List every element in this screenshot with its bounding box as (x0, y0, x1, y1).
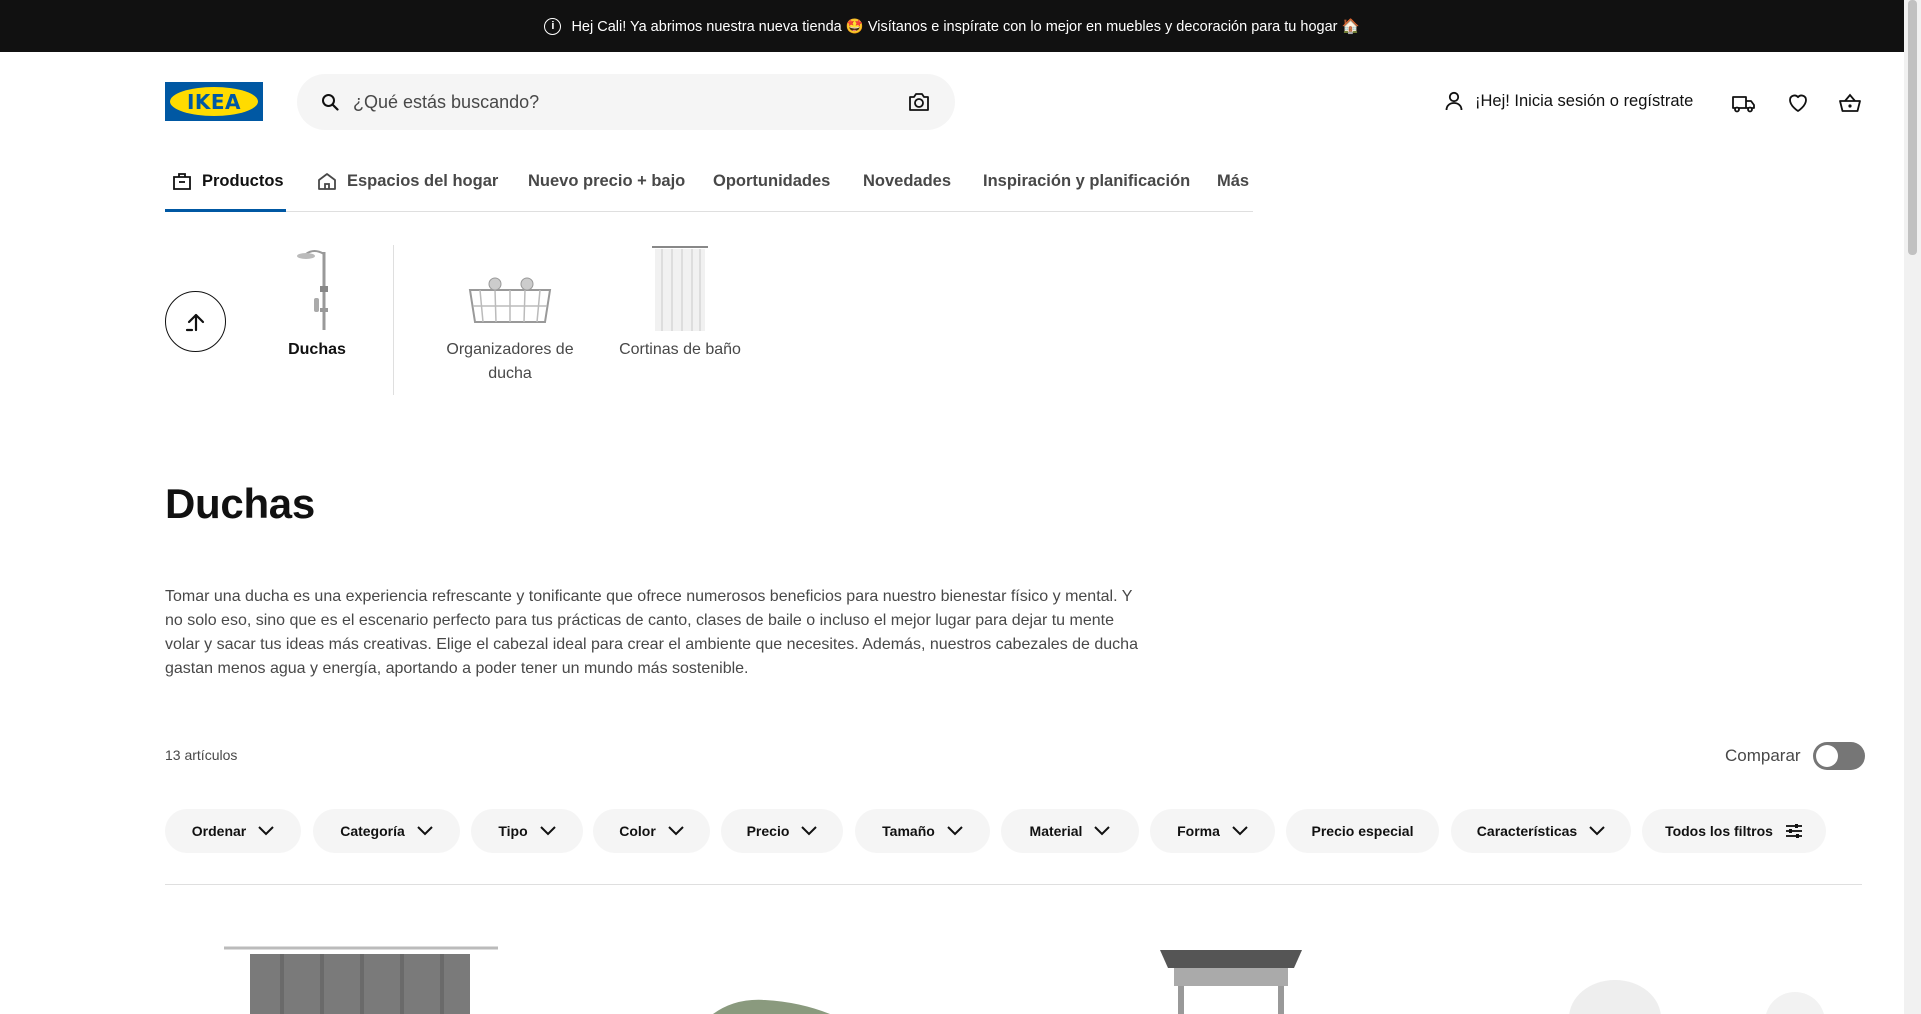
chevron-down-icon (258, 826, 274, 836)
product-image-stool[interactable] (1156, 940, 1306, 1014)
category-cortinas[interactable]: Cortinas de baño (605, 240, 755, 362)
search-input[interactable] (353, 91, 907, 113)
filter-todos[interactable]: Todos los filtros (1642, 809, 1826, 853)
arrow-up-icon (185, 313, 204, 331)
page-scrollbar[interactable] (1904, 0, 1921, 1014)
filter-label: Ordenar (191, 823, 247, 839)
chevron-down-icon (1094, 826, 1111, 836)
nav-label: Más (1217, 171, 1250, 190)
item-count: 13 artículos (165, 747, 238, 763)
filter-categoria[interactable]: Categoría (313, 809, 460, 853)
filter-label: Material (1029, 823, 1083, 839)
filter-tipo[interactable]: Tipo (471, 809, 583, 853)
filter-forma[interactable]: Forma (1150, 809, 1275, 853)
product-image-curtain[interactable] (222, 940, 500, 1014)
category-label: Cortinas de baño (619, 341, 741, 358)
search-icon (322, 94, 339, 111)
back-up-button[interactable] (165, 291, 226, 352)
home-icon (318, 173, 336, 190)
compare-label: Comparar (1725, 746, 1801, 765)
product-image-towel[interactable] (1545, 940, 1825, 1014)
filter-material[interactable]: Material (1001, 809, 1139, 853)
chevron-down-icon (668, 826, 684, 836)
nav-espacios[interactable]: Espacios del hogar (317, 170, 498, 192)
filter-label: Todos los filtros (1665, 823, 1773, 839)
chevron-down-icon (417, 826, 433, 836)
logo-text: IKEA (170, 87, 258, 116)
page-description: Tomar una ducha es una experiencia refre… (165, 588, 1138, 677)
filter-bar: Ordenar Categoría Tipo Color Precio Tama… (165, 809, 1865, 853)
shower-curtain-image (605, 240, 755, 332)
category-label: Duchas (288, 341, 346, 358)
filter-label: Tamaño (882, 823, 935, 839)
filter-label: Forma (1177, 823, 1220, 839)
filter-precio-especial[interactable]: Precio especial (1286, 809, 1439, 853)
filter-label: Precio especial (1311, 823, 1414, 839)
ikea-logo[interactable]: IKEA (165, 82, 263, 121)
main-nav: Productos Espacios del hogar Nuevo preci… (165, 150, 1253, 212)
category-organizadores[interactable]: Organizadores de ducha (440, 240, 580, 386)
chevron-down-icon (539, 826, 556, 836)
info-icon: i (544, 17, 562, 35)
sliders-icon (1785, 824, 1802, 838)
account-link[interactable]: ¡Hej! Inicia sesión o regístrate (1443, 90, 1693, 112)
nav-oportunidades[interactable]: Oportunidades (713, 170, 830, 192)
shopping-bag-icon[interactable] (1837, 90, 1863, 116)
chevron-down-icon (947, 826, 963, 836)
nav-nuevo-precio[interactable]: Nuevo precio + bajo (528, 170, 685, 192)
chevron-down-icon (1589, 826, 1605, 836)
delivery-truck-icon[interactable] (1731, 90, 1757, 116)
filter-color[interactable]: Color (593, 809, 710, 853)
scrollbar-thumb[interactable] (1908, 0, 1917, 255)
page-title: Duchas (165, 480, 315, 527)
chevron-down-icon (801, 826, 818, 836)
account-label: ¡Hej! Inicia sesión o regístrate (1475, 91, 1694, 110)
nav-label: Novedades (863, 171, 952, 190)
products-icon (173, 173, 191, 190)
top-banner: i Hej Cali! Ya abrimos nuestra nueva tie… (0, 0, 1904, 52)
nav-label: Productos (202, 171, 284, 190)
filter-label: Color (619, 823, 656, 839)
category-label: Organizadores de ducha (446, 341, 574, 382)
product-image-mat[interactable] (705, 940, 835, 1014)
filter-label: Categoría (340, 823, 405, 839)
search-bar[interactable] (297, 74, 955, 130)
filter-ordenar[interactable]: Ordenar (165, 809, 301, 853)
nav-label: Espacios del hogar (347, 171, 499, 190)
nav-label: Nuevo precio + bajo (528, 171, 686, 190)
category-duchas[interactable]: Duchas (252, 240, 382, 362)
compare-toggle-group[interactable]: Comparar (1725, 742, 1865, 770)
filter-label: Tipo (498, 823, 528, 839)
subcategory-row: Duchas Organizadores de ducha Cortinas d… (165, 240, 865, 400)
header: IKEA ¡Hej! Inicia sesión o regístrate (0, 52, 1904, 150)
nav-inspiracion[interactable]: Inspiración y planificación (983, 170, 1190, 192)
user-icon (1445, 91, 1463, 111)
nav-mas[interactable]: Más (1217, 170, 1249, 192)
camera-icon[interactable] (907, 91, 931, 113)
nav-productos[interactable]: Productos (172, 170, 284, 192)
filter-caracteristicas[interactable]: Características (1451, 809, 1631, 853)
category-divider (393, 245, 394, 395)
compare-toggle[interactable] (1812, 742, 1865, 770)
section-divider (165, 884, 1862, 885)
filter-label: Características (1476, 823, 1578, 839)
nav-label: Oportunidades (713, 171, 831, 190)
banner-text: Hej Cali! Ya abrimos nuestra nueva tiend… (571, 18, 1360, 35)
filter-precio[interactable]: Precio (721, 809, 843, 853)
filter-label: Precio (746, 823, 790, 839)
chevron-down-icon (1232, 826, 1248, 836)
nav-novedades[interactable]: Novedades (863, 170, 951, 192)
nav-label: Inspiración y planificación (983, 171, 1191, 190)
nav-active-indicator (165, 209, 286, 212)
heart-icon[interactable] (1785, 90, 1811, 116)
shower-caddy-image (440, 240, 580, 332)
filter-tamano[interactable]: Tamaño (855, 809, 990, 853)
shower-image (252, 240, 382, 332)
